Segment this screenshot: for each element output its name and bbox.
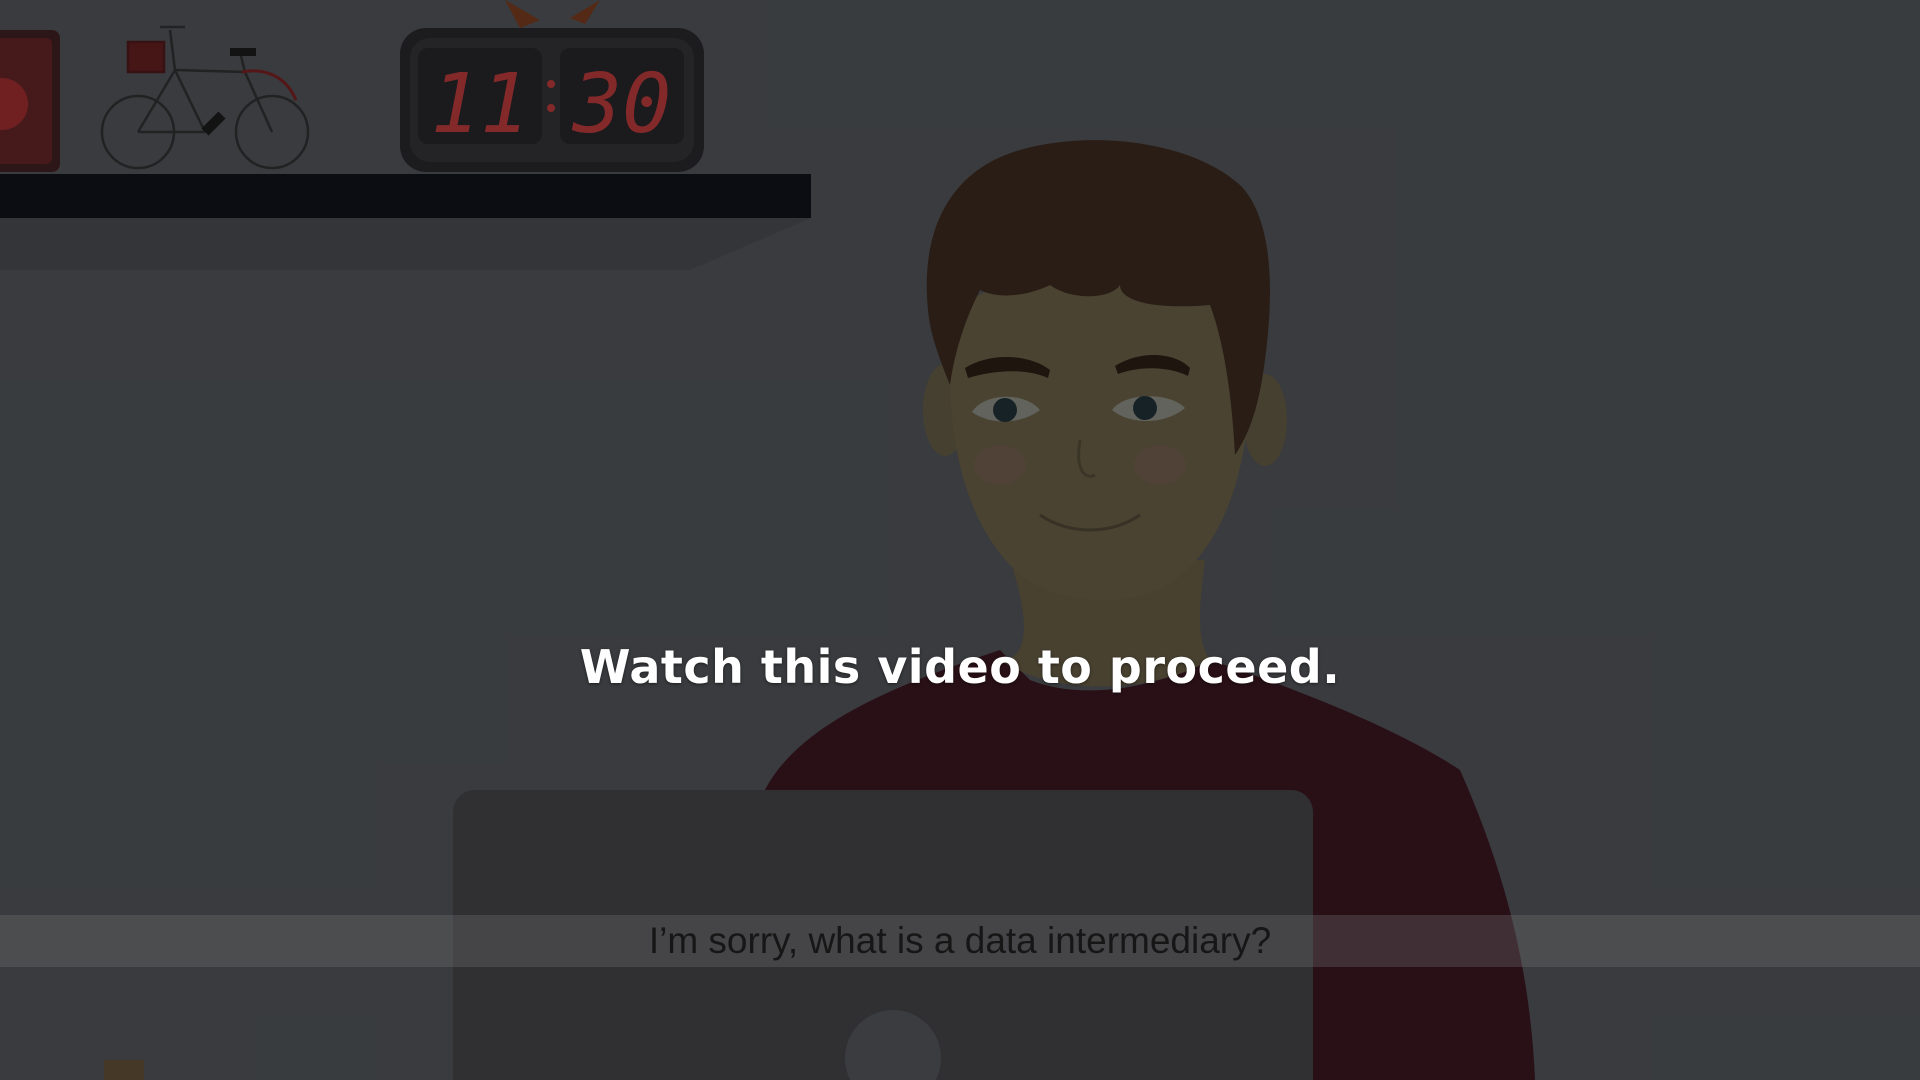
watch-prompt: Watch this video to proceed. xyxy=(579,640,1341,694)
video-player[interactable]: 11 30 I’m sorry, what is a data intermed… xyxy=(0,0,1920,1080)
video-subtitle: I’m sorry, what is a data intermediary? xyxy=(648,920,1272,961)
